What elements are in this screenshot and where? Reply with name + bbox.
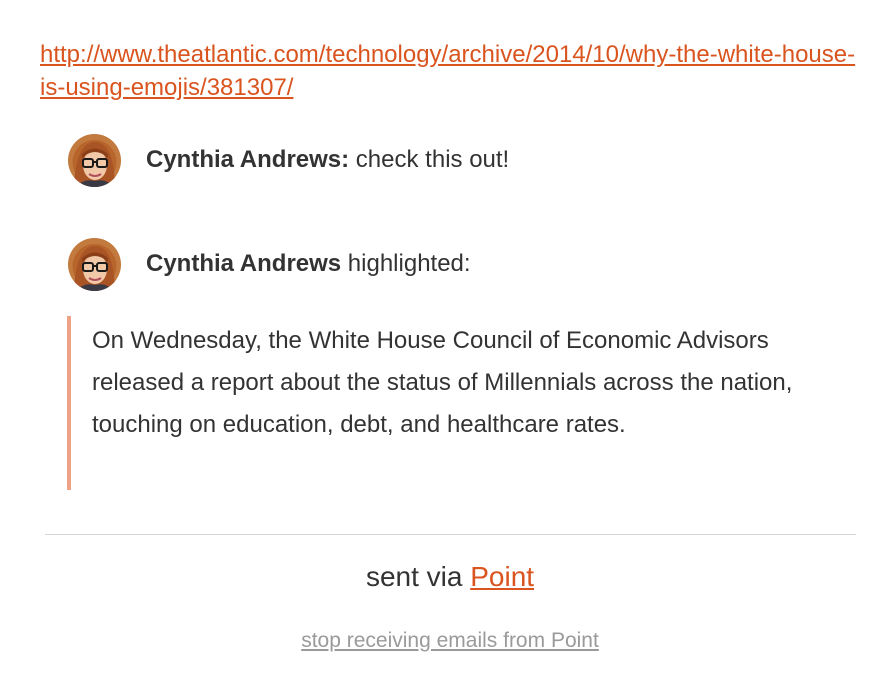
comment-author: Cynthia Andrews [146,250,342,277]
unsubscribe-link[interactable]: stop receiving emails from Point [301,629,599,652]
comment-body: check this out! [349,146,510,173]
point-link[interactable]: Point [470,561,534,592]
comment-author: Cynthia Andrews: [146,146,350,173]
comment-text: Cynthia Andrews: check this out! [146,145,509,175]
divider [45,534,856,535]
unsubscribe-row: stop receiving emails from Point [0,627,896,655]
sent-via: sent via Point [0,559,896,595]
comment-body: highlighted: [341,250,471,277]
highlight-quote: On Wednesday, the White House Council of… [67,316,817,490]
sent-via-label: sent via [365,561,471,592]
avatar [68,237,121,291]
article-url-link[interactable]: http://www.theatlantic.com/technology/ar… [40,38,860,104]
comment-text: Cynthia Andrews highlighted: [146,249,471,279]
comment-row: Cynthia Andrews highlighted: [68,237,471,291]
avatar [68,133,121,187]
comment-row: Cynthia Andrews: check this out! [68,133,509,187]
